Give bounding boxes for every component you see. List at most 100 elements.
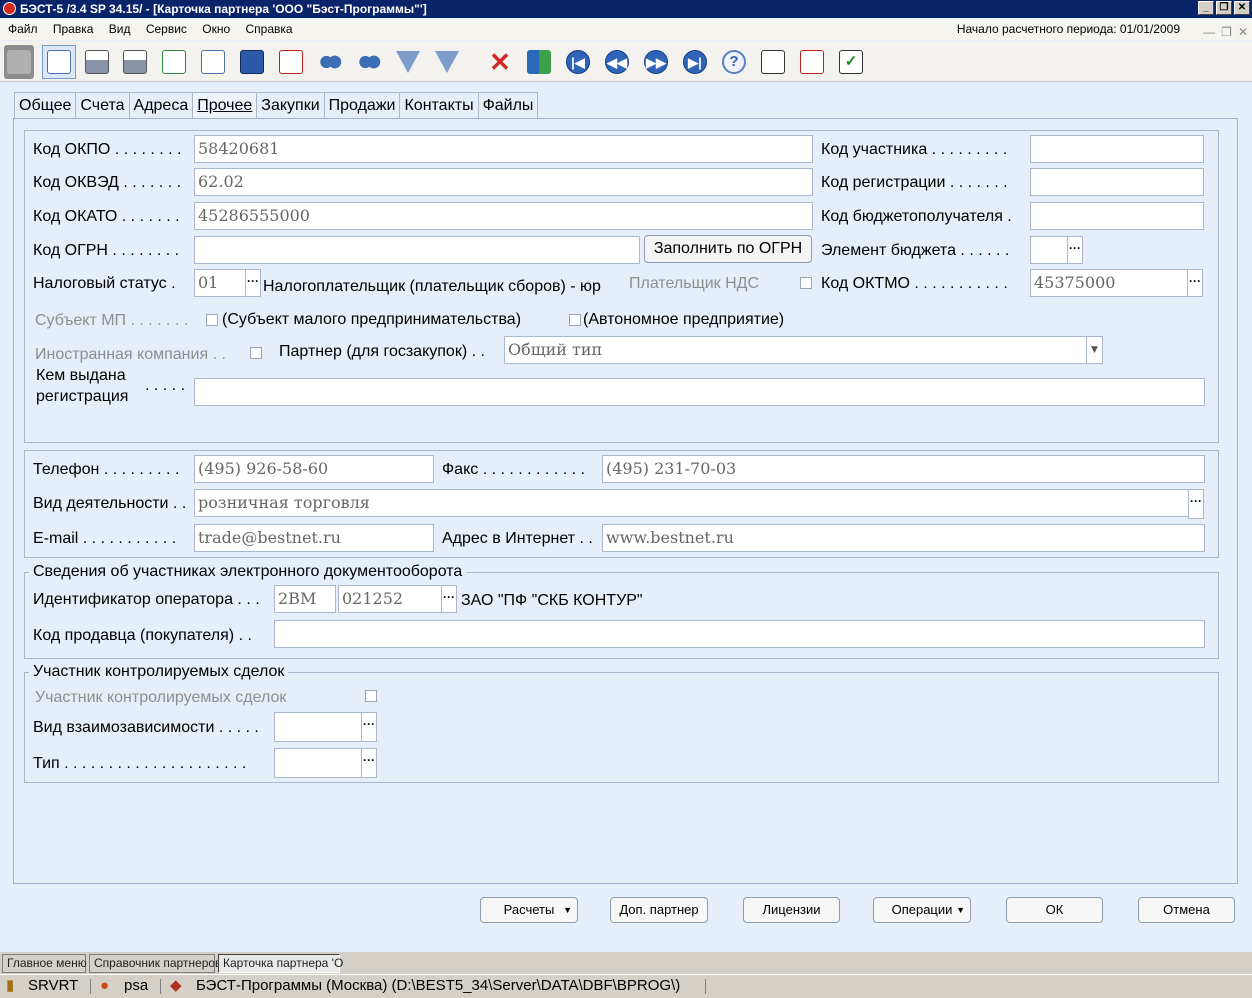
vat-payer-checkbox[interactable] xyxy=(800,277,812,289)
menu-service[interactable]: Сервис xyxy=(142,19,191,40)
activity-field[interactable]: розничная торговля xyxy=(194,489,1189,517)
window-taskbar: Главное меню Справочник партнеров Карточ… xyxy=(0,952,1252,974)
type-lookup-button[interactable]: ··· xyxy=(361,748,377,778)
tool-find-next-button[interactable] xyxy=(352,45,386,79)
delete-record-icon xyxy=(279,50,303,74)
chevron-down-icon[interactable]: ▼ xyxy=(1086,337,1102,363)
budget-element-lookup-button[interactable]: ··· xyxy=(1067,236,1083,264)
budget-element-field[interactable] xyxy=(1030,236,1068,264)
menu-help[interactable]: Справка xyxy=(241,19,296,40)
tab-general[interactable]: Общее xyxy=(14,92,76,119)
tool-find-button[interactable] xyxy=(313,45,347,79)
tool-filter-button[interactable] xyxy=(391,45,425,79)
ogrn-field[interactable] xyxy=(194,236,640,264)
task-partner-card[interactable]: Карточка партнера 'О xyxy=(218,954,343,973)
fax-field[interactable]: (495) 231-70-03 xyxy=(602,455,1205,483)
tax-status-field[interactable]: 01 xyxy=(194,269,246,297)
tool-prev-button[interactable]: ◀◀ xyxy=(600,45,634,79)
menu-window[interactable]: Окно xyxy=(198,19,234,40)
tool-add-button[interactable] xyxy=(196,45,230,79)
mdi-close-icon[interactable]: ✕ xyxy=(1238,22,1248,43)
interdependence-lookup-button[interactable]: ··· xyxy=(361,712,377,742)
type-field[interactable] xyxy=(274,748,362,778)
web-field[interactable]: www.bestnet.ru xyxy=(602,524,1205,552)
tool-chart-button[interactable] xyxy=(756,45,790,79)
issued-by-field[interactable] xyxy=(194,378,1205,406)
budget-recipient-field[interactable] xyxy=(1030,202,1204,230)
calculations-button[interactable]: Расчеты ▼ xyxy=(480,897,578,923)
okved-field[interactable]: 62.02 xyxy=(194,168,813,196)
menu-file[interactable]: Файл xyxy=(4,19,42,40)
oktmo-lookup-button[interactable]: ··· xyxy=(1187,269,1203,297)
restore-button[interactable]: ❐ xyxy=(1216,1,1232,15)
tab-contacts[interactable]: Контакты xyxy=(399,92,478,119)
foreign-company-checkbox[interactable] xyxy=(250,347,262,359)
seller-code-field[interactable] xyxy=(274,620,1205,648)
tool-first-button[interactable]: |◀ xyxy=(561,45,595,79)
registration-code-field[interactable] xyxy=(1030,168,1204,196)
ok-button[interactable]: ОК xyxy=(1006,897,1103,923)
extra-partner-button[interactable]: Доп. партнер xyxy=(610,897,708,923)
budget-recipient-label: Код бюджетополучателя . xyxy=(821,208,1012,225)
tool-approve-button[interactable]: ✓ xyxy=(834,45,868,79)
operator-lookup-button[interactable]: ··· xyxy=(441,585,457,613)
operator-prefix-field[interactable]: 2BM xyxy=(274,585,336,613)
okved-label: Код ОКВЭД . . . . . . . xyxy=(33,174,182,191)
smb-checkbox[interactable] xyxy=(206,314,218,326)
tool-next-button[interactable]: ▶▶ xyxy=(639,45,673,79)
filter-menu-icon xyxy=(435,51,459,73)
tool-help-button[interactable]: ? xyxy=(717,45,751,79)
partner-gov-select[interactable]: Общий тип ▼ xyxy=(504,336,1103,364)
tool-edit-button[interactable] xyxy=(157,45,191,79)
oktmo-field[interactable]: 45375000 xyxy=(1030,269,1188,297)
interdependence-field[interactable] xyxy=(274,712,362,742)
autonomous-checkbox-label: (Автономное предприятие) xyxy=(583,311,785,328)
tab-other[interactable]: Прочее xyxy=(192,92,257,119)
task-partners-directory[interactable]: Справочник партнеров xyxy=(89,954,221,973)
operator-code-field[interactable]: 021252 xyxy=(338,585,442,613)
okpo-field[interactable]: 58420681 xyxy=(194,135,813,163)
tab-accounts[interactable]: Счета xyxy=(75,92,129,119)
licenses-button[interactable]: Лицензии xyxy=(743,897,840,923)
task-main-menu[interactable]: Главное меню xyxy=(2,954,87,973)
activity-lookup-button[interactable]: ··· xyxy=(1188,489,1204,519)
operations-button[interactable]: Операции ▼ xyxy=(873,897,971,923)
add-record-icon xyxy=(201,50,225,74)
sort-icon xyxy=(527,50,551,74)
tab-purchases[interactable]: Закупки xyxy=(256,92,324,119)
tab-files[interactable]: Файлы xyxy=(477,92,539,119)
tool-print-button[interactable] xyxy=(80,45,114,79)
controlled-participant-checkbox[interactable] xyxy=(365,690,377,702)
mdi-minimize-icon[interactable]: — xyxy=(1203,22,1215,43)
phone-field[interactable]: (495) 926-58-60 xyxy=(194,455,434,483)
tab-sales[interactable]: Продажи xyxy=(323,92,400,119)
autonomous-checkbox[interactable] xyxy=(569,314,581,326)
tool-filter-menu-button[interactable] xyxy=(430,45,464,79)
edo-group-title: Сведения об участниках электронного доку… xyxy=(29,563,467,581)
tool-last-button[interactable]: ▶| xyxy=(678,45,712,79)
tool-chart-alert-button[interactable] xyxy=(795,45,829,79)
menu-view[interactable]: Вид xyxy=(105,19,135,40)
okato-field[interactable]: 45286555000 xyxy=(194,202,813,230)
mdi-restore-icon[interactable]: ❐ xyxy=(1221,22,1232,43)
tool-clear-filter-button[interactable]: ✕ xyxy=(483,45,517,79)
tool-menu-button[interactable] xyxy=(4,45,34,79)
tab-addresses[interactable]: Адреса xyxy=(128,92,193,119)
tool-card-button[interactable] xyxy=(42,45,76,79)
tab-bar: Общее Счета Адреса Прочее Закупки Продаж… xyxy=(14,92,539,119)
email-field[interactable]: trade@bestnet.ru xyxy=(194,524,434,552)
window-title: БЭСТ-5 /3.4 SP 34.15/ - [Карточка партне… xyxy=(20,2,427,16)
tax-status-lookup-button[interactable]: ··· xyxy=(245,269,261,297)
close-button[interactable]: ✕ xyxy=(1234,1,1250,15)
participant-code-field[interactable] xyxy=(1030,135,1204,163)
last-record-icon: ▶| xyxy=(683,50,707,74)
tool-sort-button[interactable] xyxy=(522,45,556,79)
fill-by-ogrn-button[interactable]: Заполнить по ОГРН xyxy=(644,235,812,263)
tool-save-button[interactable] xyxy=(235,45,269,79)
tool-delete-record-button[interactable] xyxy=(274,45,308,79)
tool-print-preview-button[interactable] xyxy=(118,45,152,79)
menu-edit[interactable]: Правка xyxy=(49,19,98,40)
minimize-button[interactable]: _ xyxy=(1198,1,1214,15)
status-user: psa xyxy=(124,977,149,994)
cancel-button[interactable]: Отмена xyxy=(1138,897,1235,923)
